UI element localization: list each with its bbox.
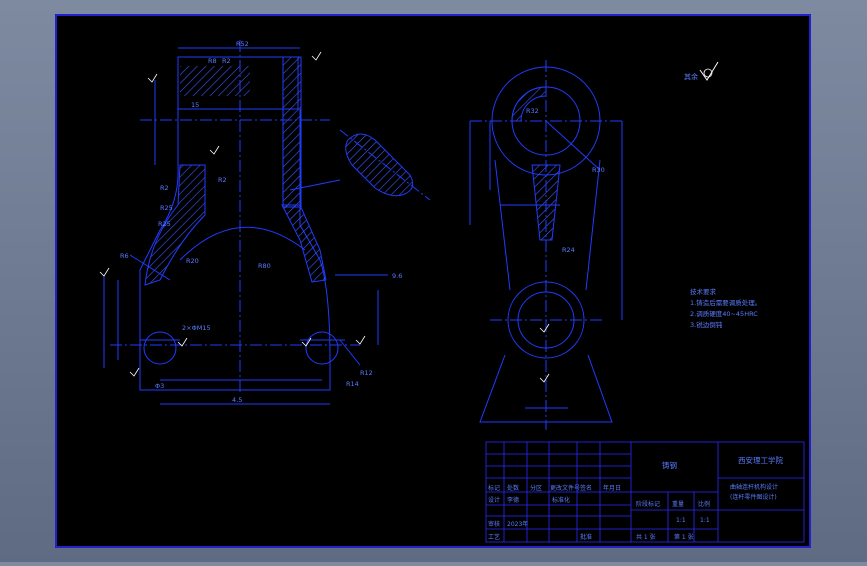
dim-label: R20 <box>186 257 199 265</box>
dim-label: R25 <box>160 204 173 212</box>
dim-label: R12 <box>360 369 373 377</box>
dim-label: 4.5 <box>232 396 242 404</box>
notes-line: 3.锐边倒钝 <box>690 320 723 329</box>
dim-label: 15 <box>191 101 199 109</box>
tb-material: 铸钢 <box>662 460 677 470</box>
tb-header: 分区 <box>530 484 542 492</box>
tb-process: 工艺 <box>488 533 500 541</box>
dim-label: R52 <box>236 40 249 48</box>
dim-label: R8 <box>208 57 217 65</box>
dim-label: R2 <box>218 176 227 184</box>
tb-part-name: 曲轴连杆机构设计 <box>730 483 778 491</box>
tb-weight: 重量 <box>672 500 684 508</box>
tb-scale-label: 比例 <box>698 500 710 508</box>
tb-header: 更改文件号 <box>550 484 580 492</box>
tb-scale-value: 1:1 <box>700 517 710 524</box>
tb-stage: 阶段标记 <box>636 500 660 508</box>
notes-line: 2.调质硬度40~45HRC <box>690 309 758 318</box>
tb-design: 标准化 <box>552 496 570 504</box>
dim-label: R80 <box>258 262 271 270</box>
dim-label: R2 <box>222 57 231 65</box>
top-hatch-right <box>282 56 302 208</box>
tb-school: 西安理工学院 <box>738 455 783 465</box>
tb-header: 签名 <box>580 484 592 492</box>
roughness-label: 其余 <box>684 72 698 81</box>
dim-label: R14 <box>346 380 359 388</box>
tb-header: 年月日 <box>603 484 621 492</box>
drawing-sheet: R52 R8 R2 15 R2 R2 R25 R25 R20 R80 R6 R1… <box>55 14 811 548</box>
cad-viewport[interactable]: R52 R8 R2 15 R2 R2 R25 R25 R20 R80 R6 R1… <box>0 0 867 562</box>
tb-sheet-total: 共 1 张 <box>636 533 656 541</box>
tb-part-name: (连杆零件图设计) <box>730 493 777 501</box>
dim-label: R25 <box>158 220 171 228</box>
dim-label: R2 <box>160 184 169 192</box>
tb-design: 设计 <box>488 496 500 504</box>
dim-label: 2×ΦM15 <box>182 324 211 332</box>
dim-label: R32 <box>526 107 539 115</box>
dim-label: 9.6 <box>392 272 402 280</box>
dim-label: Φ3 <box>155 382 164 390</box>
canvas-background <box>55 14 811 548</box>
dim-label: R24 <box>562 246 575 254</box>
dim-label: R30 <box>592 166 605 174</box>
notes-line: 1.铸造后需要调质处理。 <box>690 298 761 307</box>
tb-unit: 1:1 <box>676 517 686 524</box>
tb-header: 标记 <box>488 484 500 492</box>
tb-review: 2023年 <box>507 520 528 528</box>
tb-process: 批准 <box>580 533 592 541</box>
tb-review: 审核 <box>488 520 500 528</box>
dim-label: R6 <box>120 252 129 260</box>
tb-header: 处数 <box>507 484 519 492</box>
tb-sheet-no: 第 1 张 <box>674 533 694 541</box>
notes-title: 技术要求 <box>690 287 717 296</box>
tb-design: 李德 <box>507 496 519 504</box>
